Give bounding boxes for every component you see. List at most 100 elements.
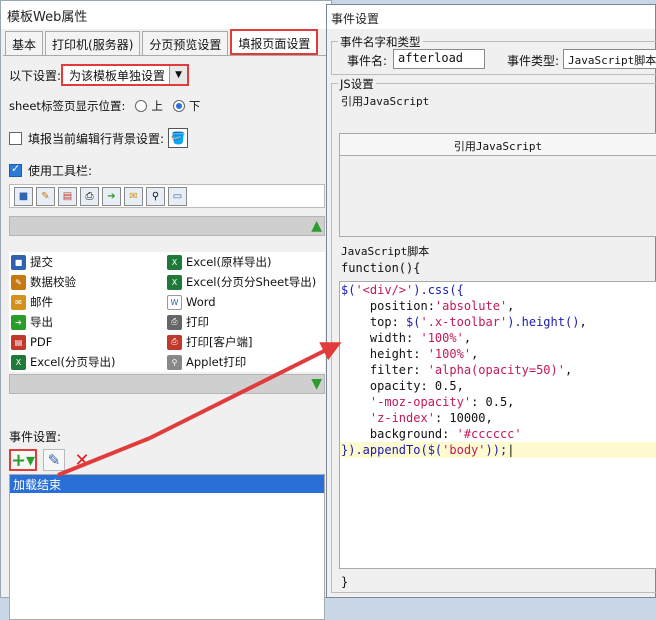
list-item[interactable]: X Excel(原样导出) [167, 252, 271, 272]
list-item[interactable]: ▤ PDF [11, 332, 52, 352]
list-item-label: Excel(分页分Sheet导出) [186, 275, 317, 289]
mail-icon[interactable]: ✉ [124, 186, 143, 206]
printer-icon[interactable]: ⎙ [80, 186, 99, 206]
script-legend: JavaScript脚本 [341, 245, 430, 258]
printer-icon: ⎙ [167, 314, 182, 330]
code-line: }).appendTo($('body'));| [340, 442, 656, 458]
list-item[interactable]: X Excel(分页导出) [11, 352, 115, 372]
list-item[interactable]: ➔ 导出 [11, 312, 53, 332]
tab-printer-server[interactable]: 打印机(服务器) [45, 31, 141, 55]
export-icon[interactable]: ➔ [102, 186, 121, 206]
list-item[interactable]: ✎ 数据校验 [11, 272, 76, 292]
tab-strip: 基本 打印机(服务器) 分页预览设置 填报页面设置 [5, 29, 320, 55]
toolbar-preview: ■ ✎ ▤ ⎙ ➔ ✉ ⚲ ▭ [9, 184, 325, 208]
event-settings-label: 事件设置: [9, 430, 62, 444]
event-settings-dialog: 事件设置 事件名字和类型 事件名: afterload 事件类型: JavaSc… [326, 4, 656, 598]
save-icon[interactable]: ■ [14, 186, 33, 206]
add-event-button[interactable]: +▾ [9, 449, 37, 471]
row-bg-setting: 填报当前编辑行背景设置: 🪣 [9, 128, 189, 148]
use-toolbar-row: 使用工具栏: [9, 162, 92, 179]
list-item-label: PDF [30, 335, 53, 349]
event-type-label: 事件类型: [507, 54, 560, 68]
list-item[interactable]: W Word [167, 292, 216, 312]
code-line: top: $('.x-toolbar').height(), [341, 315, 587, 329]
printer-client-icon: ⎙ [167, 334, 182, 350]
list-item[interactable]: ⎙ 打印 [167, 312, 209, 332]
arrow-up-icon[interactable]: ▲ [311, 218, 322, 234]
list-item-label: 导出 [30, 315, 53, 329]
code-line: $('<div/>').css({ [341, 283, 464, 297]
function-close: } [341, 575, 349, 589]
radio-top[interactable] [135, 100, 148, 112]
settings-row: 以下设置: 为该模板单独设置 ▼ [9, 64, 190, 86]
pencil-icon: ✎ [11, 274, 26, 290]
sheet-position-label: sheet标签页显示位置: [9, 99, 126, 113]
dialog-title: 事件设置 [327, 5, 655, 29]
event-list-item[interactable]: 加载结束 [10, 475, 324, 493]
event-settings: 事件设置: +▾ ✎ ✕ 加载结束 [9, 428, 325, 620]
event-type-select[interactable]: JavaScript脚本 [563, 49, 656, 69]
excel-icon: X [167, 274, 182, 290]
list-item[interactable]: ⚲ Applet打印 [167, 352, 246, 372]
event-list: 加载结束 [9, 474, 325, 620]
applet-icon[interactable]: ⚲ [146, 186, 165, 206]
edit-event-button[interactable]: ✎ [43, 449, 65, 471]
export-icon: ➔ [11, 314, 26, 330]
pencil-icon[interactable]: ✎ [36, 186, 55, 206]
chevron-down-icon[interactable]: ▼ [169, 66, 188, 84]
list-item-label: 邮件 [30, 295, 53, 309]
radio-top-label: 上 [151, 99, 163, 113]
script-editor[interactable]: $('<div/>').css({ position:'absolute', t… [339, 281, 656, 569]
radio-bottom[interactable] [172, 100, 185, 112]
tab-page-preview[interactable]: 分页预览设置 [142, 31, 229, 55]
arrow-down-icon[interactable]: ▼ [311, 376, 322, 392]
code-line: position:'absolute', [341, 299, 515, 313]
reference-js-header[interactable]: 引用JavaScript [340, 134, 656, 156]
list-item-label: Excel(分页导出) [30, 355, 116, 369]
function-open: function(){ [341, 261, 421, 275]
code-line: 'z-index': 10000, [369, 411, 493, 425]
tab-fill-page-settings[interactable]: 填报页面设置 [230, 29, 319, 55]
excel-icon: X [11, 354, 26, 370]
bg-setting-checkbox[interactable] [9, 131, 22, 145]
toolbar-buttons-list: ■ 提交 X Excel(原样导出) ✎ 数据校验 X Excel(分页分She… [9, 252, 325, 372]
code-line: height: '100%', [341, 347, 479, 361]
mail-icon: ✉ [11, 294, 26, 310]
save-icon: ■ [11, 254, 26, 270]
event-toolbar: +▾ ✎ ✕ [9, 449, 325, 471]
radio-bottom-label: 下 [188, 99, 201, 113]
event-name-label: 事件名: [347, 54, 388, 68]
toolbar-move-bar-top: ▲ [9, 216, 325, 236]
name-type-legend: 事件名字和类型 [338, 34, 423, 50]
list-item[interactable]: ■ 提交 [11, 252, 53, 272]
pdf-icon: ▤ [11, 334, 26, 350]
list-item[interactable]: ⎙ 打印[客户端] [167, 332, 252, 352]
web-properties-window: 模板Web属性 基本 打印机(服务器) 分页预览设置 填报页面设置 以下设置: … [0, 0, 332, 620]
event-name-input[interactable]: afterload [393, 49, 485, 69]
use-toolbar-checkbox[interactable] [9, 162, 22, 177]
list-item[interactable]: ✉ 邮件 [11, 292, 53, 312]
settings-mode-select[interactable]: 为该模板单独设置 ▼ [61, 64, 190, 86]
excel-icon: X [167, 254, 182, 270]
list-item-label: Word [186, 295, 216, 309]
paint-bucket-icon[interactable]: 🪣 [168, 128, 189, 148]
list-item-label: 打印 [186, 315, 209, 329]
pdf-icon[interactable]: ▤ [58, 186, 77, 206]
delete-event-button[interactable]: ✕ [71, 449, 93, 471]
list-item-label: Excel(原样导出) [186, 255, 272, 269]
js-settings-legend: JS设置 [338, 76, 376, 92]
list-item-label: 数据校验 [30, 275, 76, 289]
bg-setting-label: 填报当前编辑行背景设置: [28, 131, 165, 146]
word-icon: W [167, 294, 182, 310]
window-icon[interactable]: ▭ [168, 186, 187, 206]
applet-print-icon: ⚲ [167, 354, 182, 370]
code-line: background: '#cccccc' [341, 427, 522, 441]
list-item[interactable]: X Excel(分页分Sheet导出) [167, 272, 316, 292]
tab-basic[interactable]: 基本 [5, 31, 44, 55]
list-item-label: 提交 [30, 255, 53, 269]
reference-js-table: 引用JavaScript [339, 133, 656, 237]
settings-label: 以下设置: [9, 68, 62, 83]
list-item-label: 打印[客户端] [186, 335, 253, 349]
list-item-label: Applet打印 [186, 355, 247, 369]
settings-mode-value: 为该模板单独设置 [69, 68, 166, 83]
